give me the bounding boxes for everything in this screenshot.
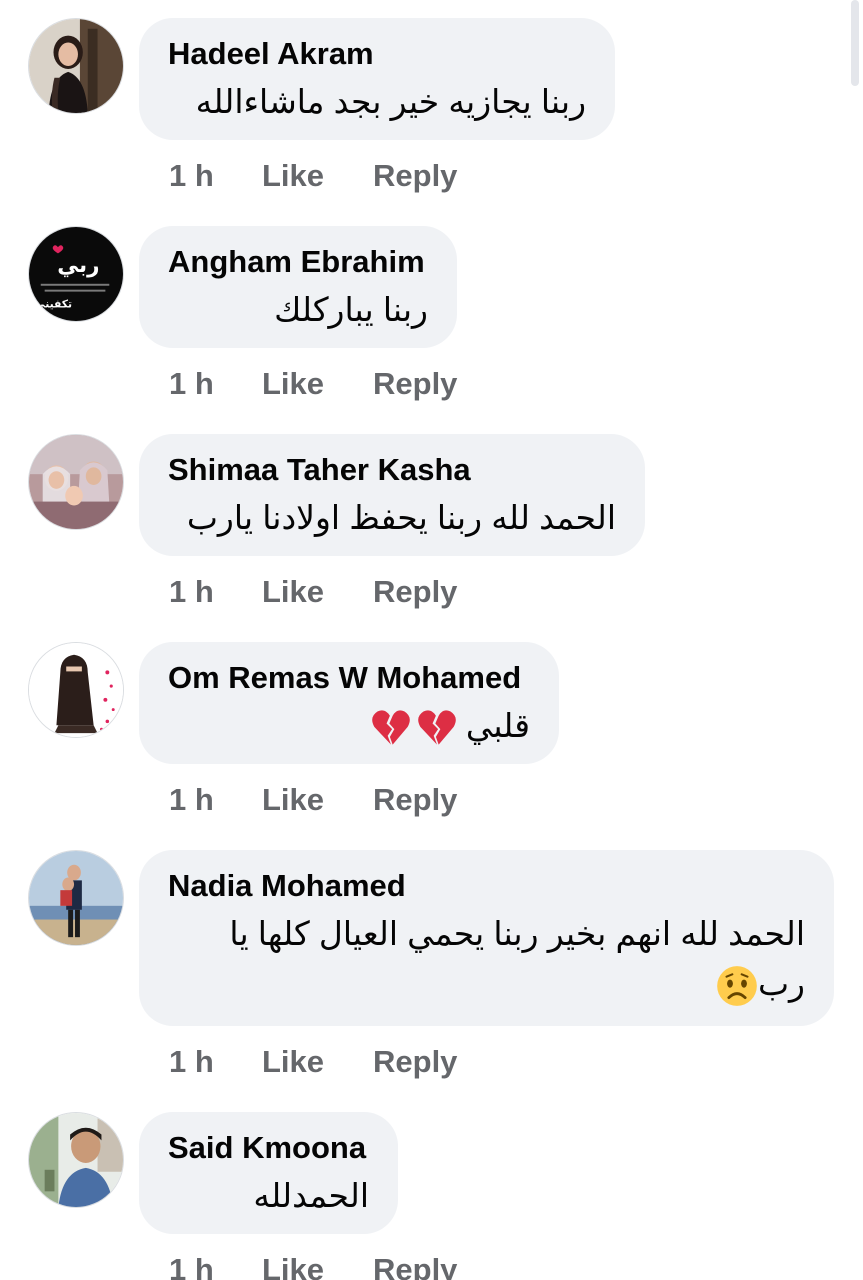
reply-button[interactable]: Reply bbox=[373, 1252, 457, 1280]
comment-text: الحمد لله انهم بخير ربنا يحمي العيال كله… bbox=[229, 915, 805, 952]
comment-actions: 1 h Like Reply bbox=[169, 782, 457, 818]
comment-author[interactable]: Nadia Mohamed bbox=[168, 868, 805, 904]
worried-face-icon bbox=[717, 966, 757, 1007]
reply-button[interactable]: Reply bbox=[373, 1044, 457, 1080]
comment-actions: 1 h Like Reply bbox=[169, 1252, 457, 1280]
comment-bubble: Nadia Mohamed الحمد لله انهم بخير ربنا ي… bbox=[139, 850, 834, 1026]
comment-text: قلبي bbox=[465, 707, 530, 744]
comment-author[interactable]: Said Kmoona bbox=[168, 1130, 369, 1166]
reply-button[interactable]: Reply bbox=[373, 782, 457, 818]
comment-timestamp[interactable]: 1 h bbox=[169, 1252, 262, 1280]
comment-text: الحمدلله bbox=[253, 1177, 369, 1214]
comment-author[interactable]: Angham Ebrahim bbox=[168, 244, 428, 280]
comment-bubble: Said Kmoona الحمدلله bbox=[139, 1112, 398, 1234]
avatar-subtext: تكفيني bbox=[34, 297, 72, 310]
like-button[interactable]: Like bbox=[262, 158, 373, 194]
comment-text: رب bbox=[757, 965, 805, 1002]
comment-bubble: Shimaa Taher Kasha الحمد لله ربنا يحفظ ا… bbox=[139, 434, 645, 556]
comment-author[interactable]: Om Remas W Mohamed bbox=[168, 660, 530, 696]
comment-text: ربنا يجازيه خير بجد ماشاءالله bbox=[195, 83, 586, 120]
like-button[interactable]: Like bbox=[262, 366, 373, 402]
reply-button[interactable]: Reply bbox=[373, 574, 457, 610]
reply-button[interactable]: Reply bbox=[373, 158, 457, 194]
comment-bubble: Om Remas W Mohamed قلبي bbox=[139, 642, 559, 764]
comment-timestamp[interactable]: 1 h bbox=[169, 1044, 262, 1080]
comment-actions: 1 h Like Reply bbox=[169, 574, 457, 610]
comment-text: ربنا يباركلك bbox=[274, 291, 428, 328]
broken-heart-icon bbox=[417, 710, 456, 745]
comment-timestamp[interactable]: 1 h bbox=[169, 158, 262, 194]
comment-bubble: Hadeel Akram ربنا يجازيه خير بجد ماشاءال… bbox=[139, 18, 615, 140]
like-button[interactable]: Like bbox=[262, 1044, 373, 1080]
avatar-text: ربي bbox=[57, 253, 99, 278]
avatar[interactable] bbox=[28, 434, 124, 530]
like-button[interactable]: Like bbox=[262, 782, 373, 818]
comment-actions: 1 h Like Reply bbox=[169, 1044, 457, 1080]
avatar[interactable] bbox=[28, 18, 124, 114]
comments-screen: Hadeel Akram ربنا يجازيه خير بجد ماشاءال… bbox=[0, 0, 863, 1280]
scrollbar[interactable] bbox=[851, 0, 859, 86]
comment-bubble: Angham Ebrahim ربنا يباركلك bbox=[139, 226, 457, 348]
like-button[interactable]: Like bbox=[262, 574, 373, 610]
reply-button[interactable]: Reply bbox=[373, 366, 457, 402]
avatar[interactable] bbox=[28, 850, 124, 946]
comment-text-row: رب bbox=[168, 960, 805, 1008]
broken-heart-icon bbox=[371, 710, 410, 745]
avatar[interactable] bbox=[28, 642, 124, 738]
avatar[interactable]: ربي تكفيني bbox=[28, 226, 124, 322]
comment-author[interactable]: Hadeel Akram bbox=[168, 36, 586, 72]
comment-text-row: قلبي bbox=[168, 702, 530, 750]
comment-timestamp[interactable]: 1 h bbox=[169, 782, 262, 818]
comment-timestamp[interactable]: 1 h bbox=[169, 574, 262, 610]
comment-timestamp[interactable]: 1 h bbox=[169, 366, 262, 402]
comment-actions: 1 h Like Reply bbox=[169, 158, 457, 194]
like-button[interactable]: Like bbox=[262, 1252, 373, 1280]
comment-actions: 1 h Like Reply bbox=[169, 366, 457, 402]
avatar[interactable] bbox=[28, 1112, 124, 1208]
comment-author[interactable]: Shimaa Taher Kasha bbox=[168, 452, 616, 488]
comment-text: الحمد لله ربنا يحفظ اولادنا يارب bbox=[186, 499, 616, 536]
